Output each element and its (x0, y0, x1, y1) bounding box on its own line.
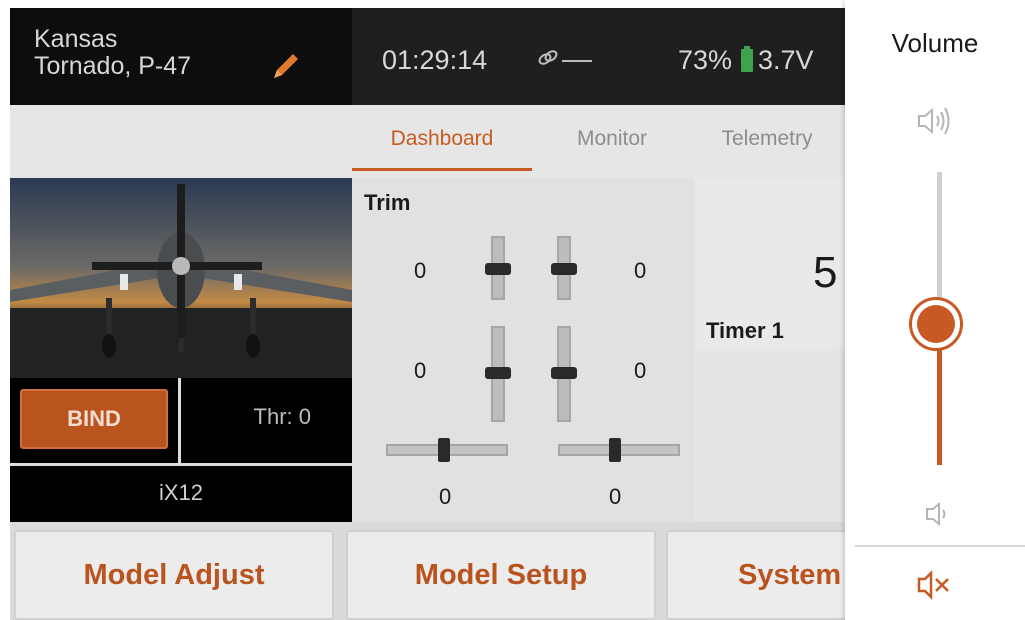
divider (855, 545, 1025, 547)
volume-low-icon (926, 501, 946, 527)
model-adjust-button[interactable]: Model Adjust (14, 530, 334, 620)
tab-monitor[interactable]: Monitor (532, 105, 692, 172)
trim-left-upper-value: 0 (414, 258, 427, 283)
transmitter-screen: Kansas Tornado, P-47 01:29:14 73% 3.7V D… (10, 8, 845, 620)
bottom-button-bar: Model Adjust Model Setup System (10, 522, 845, 620)
model-name-area[interactable]: Kansas Tornado, P-47 (10, 8, 352, 105)
battery-icon (741, 46, 753, 72)
volume-slider-knob[interactable] (909, 297, 963, 352)
trim-knob[interactable] (438, 438, 450, 462)
divider (178, 378, 181, 463)
trim-right-lower-value: 0 (634, 358, 647, 383)
active-tab-indicator (352, 168, 532, 171)
model-name-line2: Tornado, P-47 (34, 52, 192, 80)
radio-name: iX12 (158, 480, 204, 505)
mute-icon[interactable] (905, 560, 965, 610)
throttle-indicator: Thr: 0 (253, 404, 311, 429)
volume-title: Volume (891, 28, 979, 58)
link-icon (538, 50, 592, 65)
tab-telemetry[interactable]: Telemetry (692, 105, 842, 172)
volume-panel: Volume (845, 0, 1025, 620)
device-frame: Kansas Tornado, P-47 01:29:14 73% 3.7V D… (0, 0, 1025, 620)
status-bar: Kansas Tornado, P-47 01:29:14 73% 3.7V (10, 8, 845, 105)
trim-knob[interactable] (609, 438, 621, 462)
model-photo[interactable] (10, 178, 352, 378)
bind-area: BIND Thr: 0 (10, 378, 352, 463)
trim-panel: Trim 0 0 0 0 0 0 (352, 178, 694, 522)
trim-bottom-right-value: 0 (609, 484, 622, 509)
timer-value: 5 (813, 248, 838, 297)
bind-button[interactable]: BIND (20, 389, 168, 449)
model-setup-button[interactable]: Model Setup (346, 530, 656, 620)
trim-bottom-left-value: 0 (439, 484, 452, 509)
pencil-icon[interactable] (266, 48, 304, 86)
trim-left-lower-value: 0 (414, 358, 427, 383)
battery-percent: 73% (678, 45, 733, 75)
trim-knob[interactable] (485, 367, 511, 379)
trim-knob[interactable] (551, 367, 577, 379)
empty-panel (696, 351, 845, 522)
trim-knob[interactable] (551, 263, 577, 275)
trim-title: Trim (364, 190, 411, 215)
timer-panel[interactable]: 5 Timer 1 (696, 178, 845, 348)
trim-right-upper-value: 0 (634, 258, 647, 283)
battery-voltage: 3.7V (758, 45, 814, 75)
radio-name-box: iX12 (10, 466, 352, 522)
trim-knob[interactable] (485, 263, 511, 275)
volume-slider-knob-center (917, 305, 955, 344)
tab-bar: Dashboard Monitor Telemetry (352, 105, 845, 172)
system-button[interactable]: System (666, 530, 845, 620)
timer-label: Timer 1 (706, 318, 784, 343)
tab-dashboard[interactable]: Dashboard (352, 105, 532, 172)
clock-time: 01:29:14 (382, 45, 488, 75)
model-name-line1: Kansas (34, 25, 118, 53)
volume-high-icon (918, 107, 950, 135)
